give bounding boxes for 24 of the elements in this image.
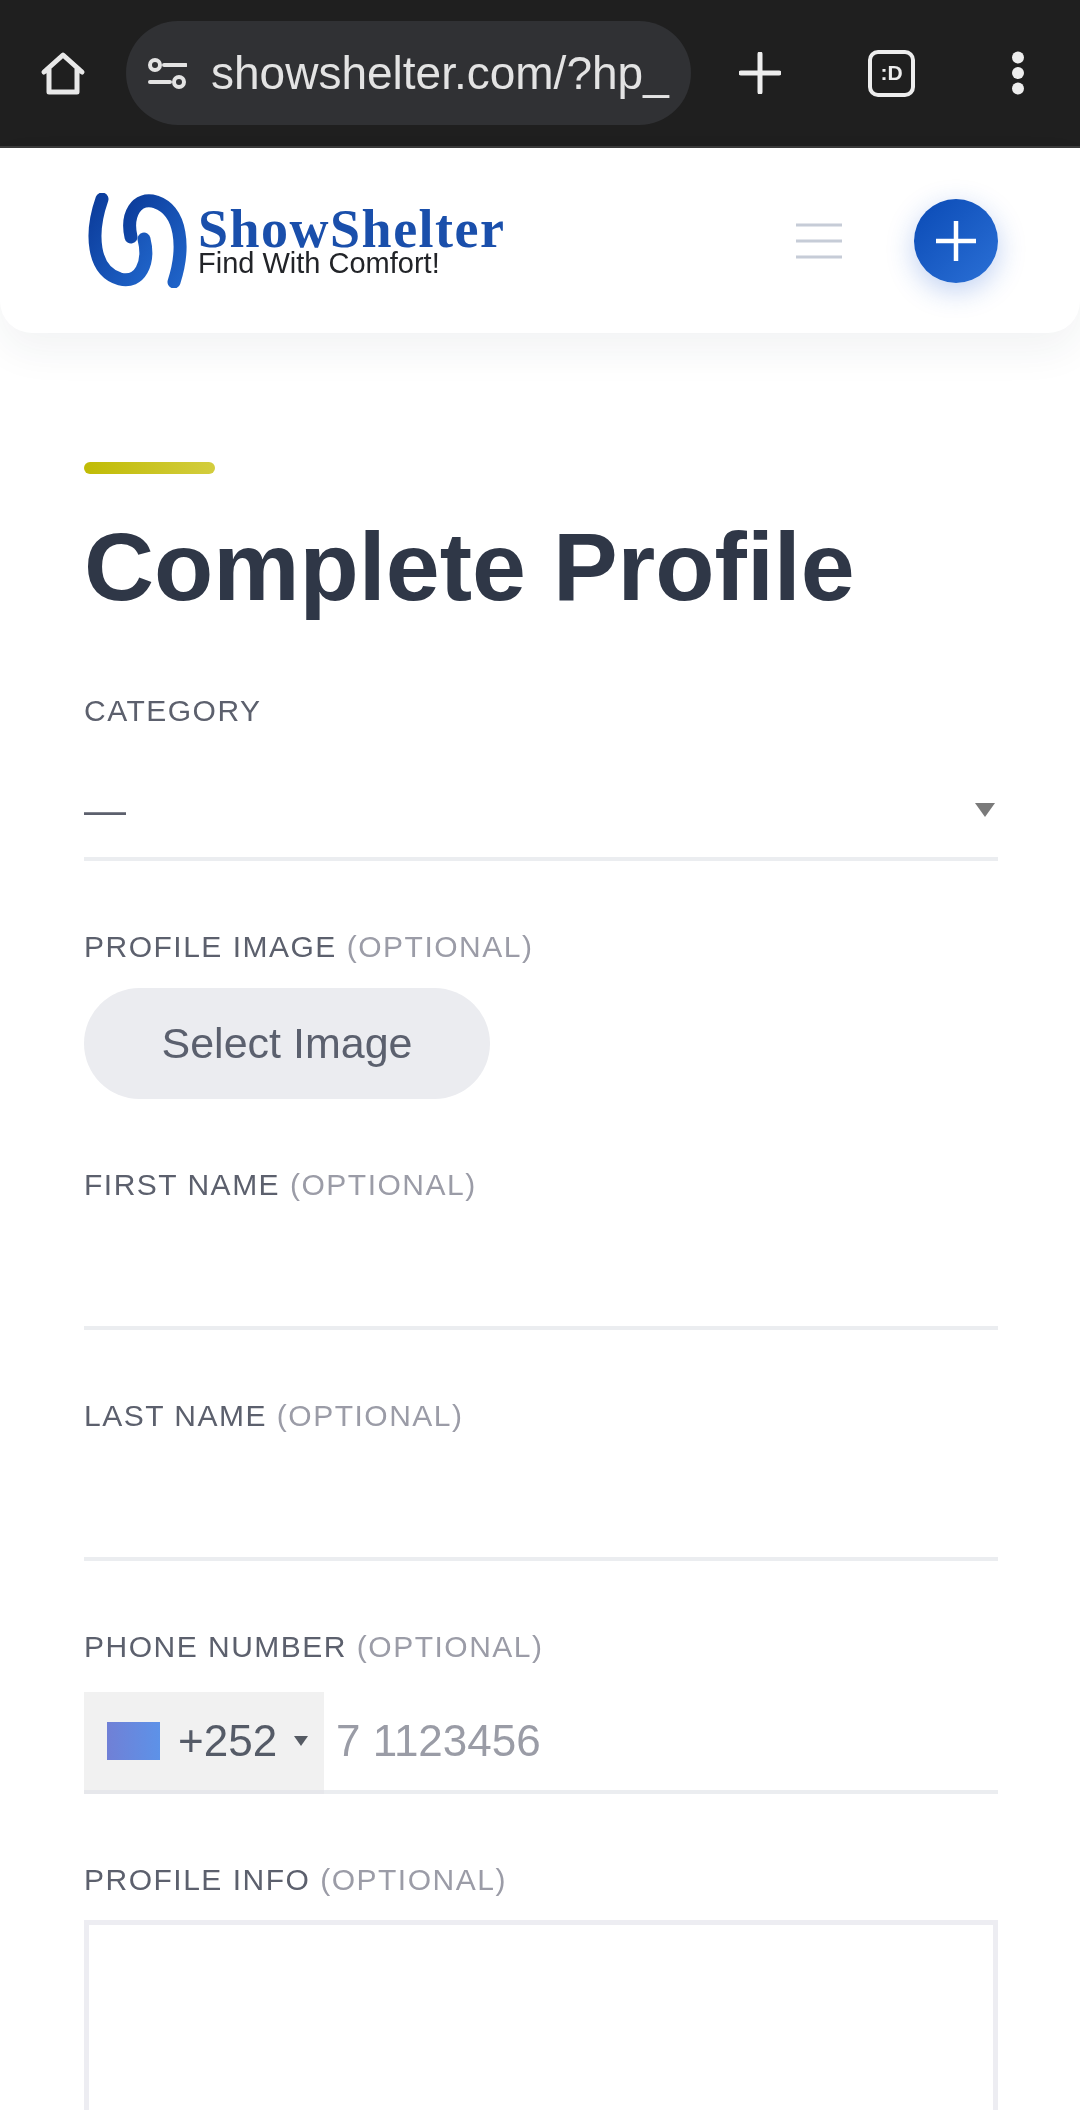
field-label: PHONE NUMBER (OPTIONAL) xyxy=(84,1629,545,1665)
page-title: Complete Profile xyxy=(84,511,856,623)
select-image-button[interactable]: Select Image xyxy=(84,988,490,1099)
field-label: FIRST NAME (OPTIONAL) xyxy=(84,1167,478,1203)
flag-icon xyxy=(107,1722,160,1760)
new-tab-icon[interactable] xyxy=(739,52,781,94)
field-label: LAST NAME (OPTIONAL) xyxy=(84,1398,465,1434)
more-icon[interactable] xyxy=(1010,51,1026,95)
country-code-select[interactable]: +252 xyxy=(84,1692,324,1794)
home-icon[interactable] xyxy=(40,50,86,96)
site-settings-icon[interactable] xyxy=(148,56,187,90)
tab-switcher-button[interactable]: :D xyxy=(868,49,915,97)
category-select[interactable]: — xyxy=(84,763,998,861)
caret-icon xyxy=(294,1736,309,1746)
phone-input[interactable]: 7 1123456 xyxy=(324,1692,998,1794)
brand-name: ShowShelter xyxy=(198,206,506,251)
plus-icon xyxy=(935,219,977,262)
caret-icon xyxy=(975,803,995,817)
address-bar[interactable]: showshelter.com/?hp_ xyxy=(126,21,691,125)
brand-tagline: Find With Comfort! xyxy=(198,250,440,275)
field-label: CATEGORY xyxy=(84,693,263,729)
field-label: PROFILE IMAGE (OPTIONAL) xyxy=(84,929,535,965)
add-button[interactable] xyxy=(914,198,998,283)
field-label: PROFILE INFO (OPTIONAL) xyxy=(84,1862,508,1898)
